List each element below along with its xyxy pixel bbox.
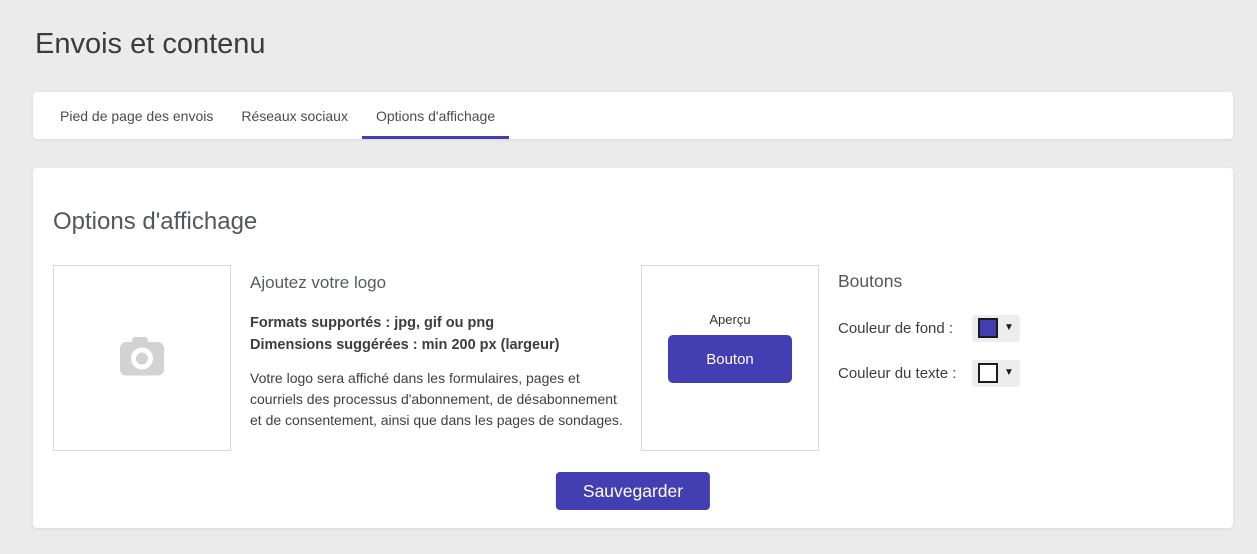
logo-dimensions: Dimensions suggérées : min 200 px (large… — [250, 337, 560, 353]
button-preview-box: Aperçu Bouton — [641, 265, 819, 451]
tab-reseaux-sociaux[interactable]: Réseaux sociaux — [227, 92, 362, 139]
text-color-row: Couleur du texte : ▼ — [838, 359, 1020, 387]
page-title: Envois et contenu — [35, 28, 266, 60]
preview-button: Bouton — [668, 335, 792, 383]
tab-options-affichage[interactable]: Options d'affichage — [361, 92, 510, 139]
background-color-row: Couleur de fond : ▼ — [838, 314, 1020, 342]
preview-label: Aperçu — [709, 312, 751, 327]
options-affichage-card: Options d'affichage Ajoutez votre logo F… — [33, 168, 1233, 528]
background-color-label: Couleur de fond : — [838, 319, 954, 337]
tab-pied-de-page-des-envois[interactable]: Pied de page des envois — [46, 92, 227, 139]
logo-heading: Ajoutez votre logo — [250, 273, 387, 292]
dropdown-caret-icon: ▼ — [1004, 367, 1014, 378]
camera-icon — [119, 336, 165, 381]
dropdown-caret-icon: ▼ — [1004, 322, 1014, 333]
logo-info: Ajoutez votre logo Formats supportés : j… — [250, 273, 632, 431]
background-color-swatch — [978, 318, 998, 338]
text-color-swatch — [978, 363, 998, 383]
buttons-settings: Boutons Couleur de fond : ▼ Couleur du t… — [838, 271, 1020, 387]
logo-formats: Formats supportés : jpg, gif ou png — [250, 315, 495, 331]
logo-upload-dropzone[interactable] — [53, 265, 231, 451]
section-title: Options d'affichage — [53, 208, 258, 235]
logo-requirements: Formats supportés : jpg, gif ou png Dime… — [250, 312, 632, 356]
tab-bar: Pied de page des envois Réseaux sociaux … — [33, 92, 1233, 139]
page: Envois et contenu Pied de page des envoi… — [0, 0, 1257, 554]
text-color-picker[interactable]: ▼ — [972, 359, 1020, 387]
text-color-label: Couleur du texte : — [838, 364, 957, 382]
buttons-heading: Boutons — [838, 271, 903, 291]
logo-description: Votre logo sera affiché dans les formula… — [250, 370, 623, 428]
background-color-picker[interactable]: ▼ — [972, 314, 1020, 342]
save-button[interactable]: Sauvegarder — [555, 472, 711, 510]
